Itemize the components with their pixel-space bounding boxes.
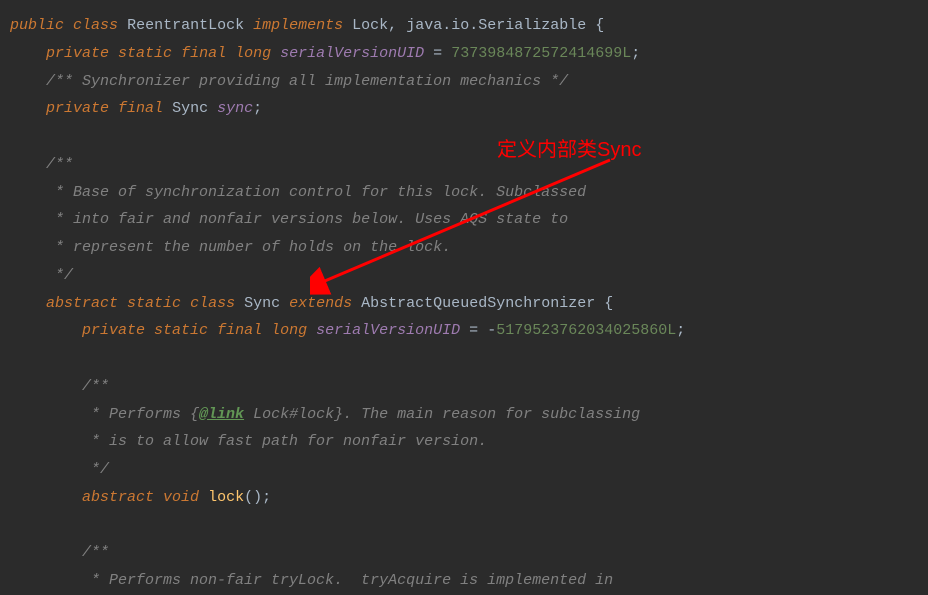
keyword-extends: extends — [289, 295, 352, 312]
code-line-1: public class ReentrantLock implements Lo… — [10, 12, 928, 40]
annotation-label: 定义内部类Sync — [497, 132, 641, 169]
code-line-17: */ — [10, 456, 928, 484]
code-line-3: /** Synchronizer providing all implement… — [10, 68, 928, 96]
code-line-2: private static final long serialVersionU… — [10, 40, 928, 68]
superclass-name: AbstractQueuedSynchronizer — [361, 295, 595, 312]
javadoc-tag: @link — [199, 406, 244, 423]
keyword-class: class — [73, 17, 118, 34]
code-line-16: * is to allow fast path for nonfair vers… — [10, 428, 928, 456]
class-name: Sync — [244, 295, 280, 312]
class-name: ReentrantLock — [127, 17, 244, 34]
number-literal: 5179523762034025860L — [496, 322, 676, 339]
code-line-4: private final Sync sync; — [10, 95, 928, 123]
interface-name: java.io.Serializable — [406, 17, 586, 34]
keyword-implements: implements — [253, 17, 343, 34]
code-line-21: * Performs non-fair tryLock. tryAcquire … — [10, 567, 928, 595]
field-name: serialVersionUID — [316, 322, 460, 339]
code-line-7: * Base of synchronization control for th… — [10, 179, 928, 207]
code-line-8: * into fair and nonfair versions below. … — [10, 206, 928, 234]
code-line-14: /** — [10, 373, 928, 401]
code-line-blank — [10, 512, 928, 540]
code-line-10: */ — [10, 262, 928, 290]
code-line-6: /** — [10, 151, 928, 179]
code-line-15: * Performs {@link Lock#lock}. The main r… — [10, 401, 928, 429]
doc-comment: /** Synchronizer providing all implement… — [46, 73, 568, 90]
field-name: serialVersionUID — [280, 45, 424, 62]
code-line-12: private static final long serialVersionU… — [10, 317, 928, 345]
code-line-blank — [10, 123, 928, 151]
code-line-20: /** — [10, 539, 928, 567]
keyword-public: public — [10, 17, 64, 34]
code-line-9: * represent the number of holds on the l… — [10, 234, 928, 262]
code-line-blank — [10, 345, 928, 373]
interface-name: Lock — [352, 17, 388, 34]
method-name: lock — [208, 489, 244, 506]
field-name: sync — [217, 100, 253, 117]
number-literal: 7373984872572414699L — [451, 45, 631, 62]
code-line-11: abstract static class Sync extends Abstr… — [10, 290, 928, 318]
code-line-18: abstract void lock(); — [10, 484, 928, 512]
